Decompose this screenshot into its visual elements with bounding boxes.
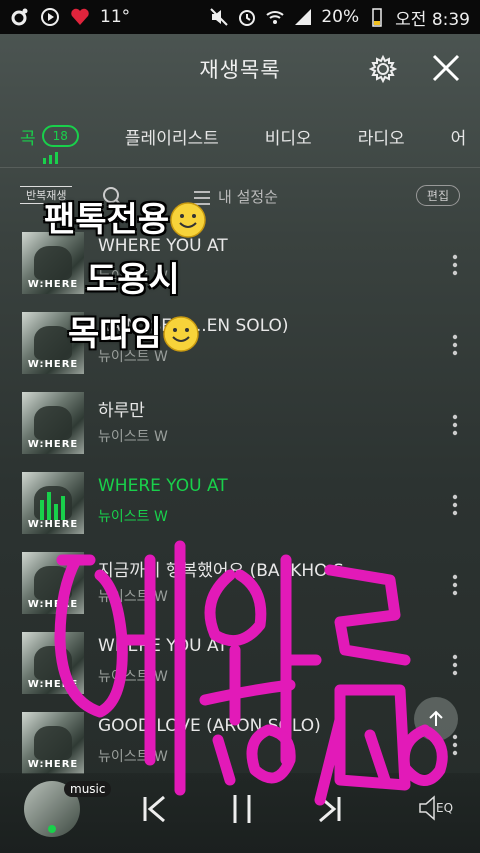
pause-icon[interactable] [222,789,262,829]
status-bar: 11° 20% 오전 8:39 [0,0,480,34]
album-art: W:HERE [22,232,84,294]
album-logo: W:HERE [27,599,79,610]
album-art: W:HERE [22,312,84,374]
repeat-button[interactable]: 반복재생 [20,186,73,204]
song-count-badge: 18 [41,125,79,147]
song-title: 지금까지 행복했어요 (BAEKHO S... [98,561,360,581]
mini-player: music EQ [0,773,480,853]
playlist-screen: 재생목록 곡 18 플레이리스트 비디오 라디오 어 반복재생 내 설정순 편집 [0,34,480,853]
song-title: WHERE YOU AT [98,476,228,496]
tab-bar: 곡 18 플레이리스트 비디오 라디오 어 [0,104,480,168]
song-row[interactable]: W:HERE GOOD LOVE (ARON SOLO) 뉴이스트 W [0,704,480,784]
list-toolbar: 반복재생 내 설정순 편집 [0,168,480,224]
battery-icon [372,8,382,27]
album-art: W:HERE [22,472,84,534]
close-icon[interactable] [430,52,462,84]
more-options-icon[interactable] [452,494,458,516]
album-logo: W:HERE [27,759,79,770]
battery-percent: 20% [321,7,360,27]
tab-radio[interactable]: 라디오 [358,124,405,149]
song-row[interactable]: W:HERE RAIN (SEOJ...EN SOLO) 뉴이스트 W [0,304,480,384]
clock: 오전 8:39 [395,9,470,30]
sort-icon [194,190,210,205]
speaker-icon [419,795,435,821]
more-options-icon[interactable] [452,654,458,676]
search-icon[interactable] [102,186,124,208]
album-art: W:HERE [22,632,84,694]
more-options-icon[interactable] [452,734,458,756]
playing-equalizer-icon [40,492,65,520]
sort-label: 내 설정순 [218,188,278,206]
song-row[interactable]: W:HERE WHERE YOU AT 뉴이스트 W [0,224,480,304]
eq-label: EQ [436,801,454,815]
tab-songs-label: 곡 [20,128,36,149]
header: 재생목록 [0,34,480,104]
song-artist: 뉴이스트 W [98,429,168,445]
play-circle-icon [41,8,59,26]
next-icon[interactable] [310,789,350,829]
alarm-icon [239,10,256,26]
tab-more[interactable]: 어 [451,124,467,149]
album-art-figure [34,726,72,760]
album-art-figure [34,566,72,600]
scroll-to-top-button[interactable] [414,697,458,741]
album-art: W:HERE [22,552,84,614]
heart-icon [71,8,89,26]
song-artist: 뉴이스트 W [98,349,168,365]
mute-icon [210,8,229,26]
song-row[interactable]: W:HERE 지금까지 행복했어요 (BAEKHO S... 뉴이스트 W [0,544,480,624]
sort-dropdown[interactable]: 내 설정순 [192,186,278,207]
song-artist: 뉴이스트 W [98,749,168,765]
song-title: WHERE YOU AT [98,636,228,656]
album-art-figure [34,246,72,280]
song-artist: 뉴이스트 W [98,669,168,685]
album-art-figure [34,326,72,360]
album-logo: W:HERE [27,519,79,530]
album-art: W:HERE [22,712,84,774]
album-art-figure [34,406,72,440]
song-row[interactable]: W:HERE WHERE YOU AT 뉴이스트 W [0,624,480,704]
more-options-icon[interactable] [452,334,458,356]
tab-songs[interactable]: 곡 18 [20,124,79,149]
song-title: GOOD LOVE (ARON SOLO) [98,716,321,736]
song-row[interactable]: W:HERE WHERE YOU AT 뉴이스트 W [0,464,480,544]
equalizer-indicator-icon [43,152,58,164]
album-logo: W:HERE [27,439,79,450]
song-artist: 뉴이스트 W [98,269,168,285]
signal-icon [295,9,312,25]
previous-icon[interactable] [134,789,174,829]
song-artist: 뉴이스트 W [98,509,168,525]
song-title: 하루만 [98,401,145,421]
weather-temp: 11° [100,7,131,27]
gear-icon[interactable] [368,54,398,84]
album-art: W:HERE [22,392,84,454]
more-options-icon[interactable] [452,414,458,436]
song-title: WHERE YOU AT [98,236,228,256]
album-logo: W:HERE [27,359,79,370]
tab-video[interactable]: 비디오 [265,124,312,149]
arrow-up-icon [429,710,443,726]
app-icon [11,8,28,26]
album-logo: W:HERE [27,679,79,690]
more-options-icon[interactable] [452,254,458,276]
playing-dot [48,825,56,833]
more-options-icon[interactable] [452,574,458,596]
song-artist: 뉴이스트 W [98,589,168,605]
song-row[interactable]: W:HERE 하루만 뉴이스트 W [0,384,480,464]
song-list: W:HERE WHERE YOU AT 뉴이스트 W W:HERE RAIN (… [0,224,480,784]
wifi-icon [266,11,285,24]
tab-playlist[interactable]: 플레이리스트 [125,124,219,149]
album-logo: W:HERE [27,279,79,290]
song-title: RAIN (SEOJ...EN SOLO) [98,316,289,336]
music-label: music [64,781,112,797]
album-art-figure [34,646,72,680]
edit-button[interactable]: 편집 [415,185,460,206]
eq-button[interactable]: EQ [418,795,458,825]
page-title: 재생목록 [199,58,281,82]
